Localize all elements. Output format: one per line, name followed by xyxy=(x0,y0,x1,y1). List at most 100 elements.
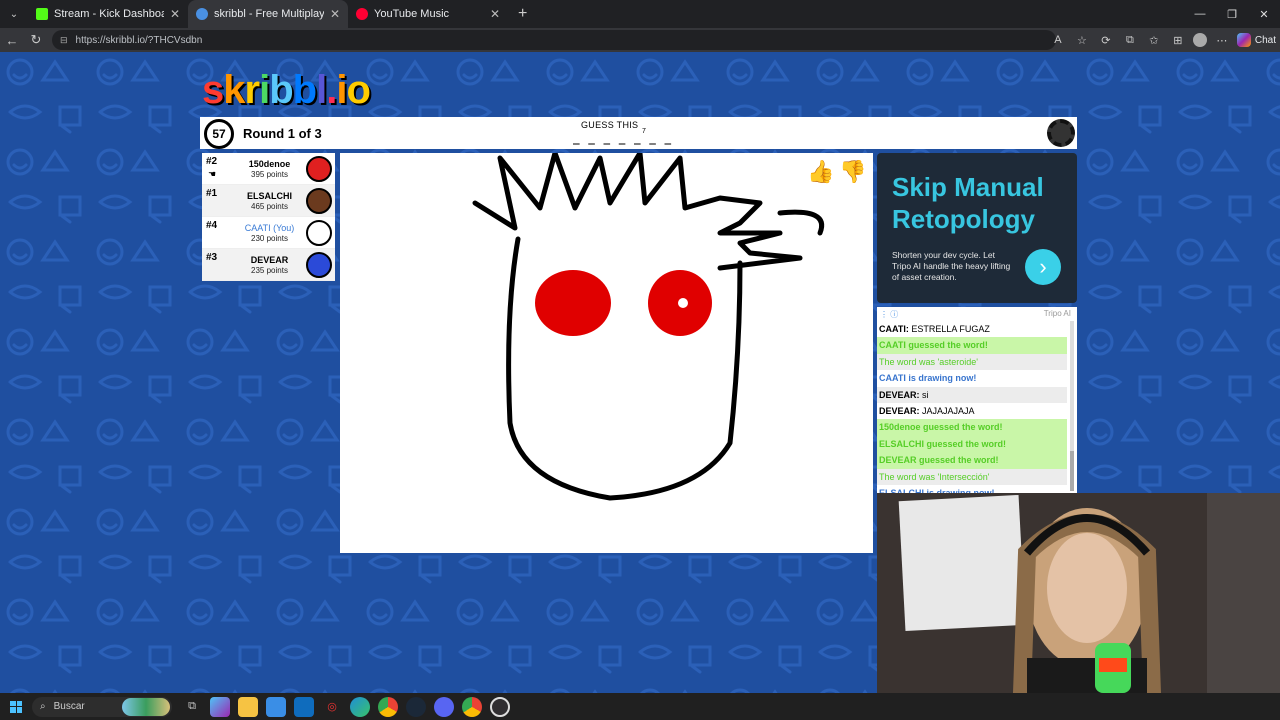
chat-message: CAATI guessed the word! xyxy=(877,337,1067,354)
translate-icon[interactable]: A xyxy=(1049,31,1067,49)
chat-message: ELSALCHI guessed the word! xyxy=(877,435,1067,453)
browser-tab-bar: ⌄ Stream - Kick Dashboard ✕ skribbl - Fr… xyxy=(0,0,1280,28)
player-rank: #1 xyxy=(206,188,218,199)
player-name: DEVEAR xyxy=(250,255,289,265)
player-avatar xyxy=(306,252,332,278)
browser-toolbar: ← ↻ ⊟ https://skribbl.io/?THCVsdbn A ☆ ⟳… xyxy=(0,28,1280,52)
address-bar[interactable]: ⊟ https://skribbl.io/?THCVsdbn xyxy=(52,30,1056,50)
chat-message: 150denoe guessed the word! xyxy=(877,419,1067,436)
player-rank: #3 xyxy=(206,252,218,263)
profile-avatar[interactable] xyxy=(1192,33,1207,47)
ad-info-icon[interactable]: ⋮ ⓘ xyxy=(880,309,898,320)
player-row[interactable]: #3 DEVEAR 235 points xyxy=(202,249,335,281)
reload-icon[interactable]: ↻ xyxy=(24,28,48,52)
drawing-canvas[interactable]: 👍 👎 xyxy=(340,150,873,553)
copilot-chat-button[interactable]: Chat xyxy=(1236,33,1276,47)
restore-icon[interactable]: ❐ xyxy=(1216,0,1248,28)
windows-logo-icon xyxy=(10,700,22,713)
app-icon-red[interactable]: ◎ xyxy=(322,697,342,717)
kick-favicon-icon xyxy=(36,8,48,20)
guess-label: GUESS THIS xyxy=(581,120,639,130)
player-name: CAATI (You) xyxy=(244,223,295,233)
tab-title: YouTube Music xyxy=(374,8,450,20)
close-tab-icon[interactable]: ✕ xyxy=(330,7,340,21)
word-hint-blanks: _ _ _ _ _ _ _ xyxy=(573,132,673,145)
player-points: 235 points xyxy=(251,266,288,275)
ad-body: Shorten your dev cycle. Let Tripo AI han… xyxy=(892,250,1011,282)
player-avatar xyxy=(306,156,332,182)
search-icon: ⌕ xyxy=(40,701,46,712)
file-explorer-icon[interactable] xyxy=(238,696,258,717)
player-points: 230 points xyxy=(251,234,288,243)
url-text: https://skribbl.io/?THCVsdbn xyxy=(75,34,203,46)
windows-taskbar: ⌕ Buscar ⧉ ◎ xyxy=(0,693,1280,720)
close-tab-icon[interactable]: ✕ xyxy=(170,7,180,21)
chrome-icon[interactable] xyxy=(378,696,398,717)
tab-title: Stream - Kick Dashboard xyxy=(54,8,164,20)
minimize-icon[interactable]: — xyxy=(1184,0,1216,28)
copilot-app-icon[interactable] xyxy=(210,696,230,717)
tab-youtube-music[interactable]: YouTube Music ✕ xyxy=(348,0,508,28)
store-icon[interactable] xyxy=(266,696,286,717)
chrome-profile-icon[interactable] xyxy=(462,696,482,717)
discord-icon[interactable] xyxy=(434,696,454,717)
player-name: ELSALCHI xyxy=(247,191,292,201)
player-row[interactable]: #2 ☚ 150denoe 395 points xyxy=(202,153,335,185)
chat-message: CAATI is drawing now! xyxy=(877,370,1067,387)
taskbar-search[interactable]: ⌕ Buscar xyxy=(32,696,172,717)
advertisement[interactable]: Skip Manual Retopology Shorten your dev … xyxy=(877,153,1077,303)
back-icon[interactable]: ← xyxy=(0,28,24,52)
chat-message: The word was 'asteroide' xyxy=(877,353,1067,371)
player-list: #2 ☚ 150denoe 395 points #1 ELSALCHI 465… xyxy=(202,153,335,281)
search-placeholder: Buscar xyxy=(53,701,85,712)
start-button[interactable] xyxy=(0,693,32,720)
player-row[interactable]: #1 ELSALCHI 465 points xyxy=(202,185,335,217)
timer-value: 57 xyxy=(212,127,226,141)
outlook-icon[interactable] xyxy=(294,696,314,717)
chat-message: CAATI: ESTRELLA FUGAZ xyxy=(877,321,1067,338)
tab-skribbl[interactable]: skribbl - Free Multiplayer Drawing ✕ xyxy=(188,0,348,28)
favorites-icon[interactable]: ✩ xyxy=(1145,31,1163,49)
ad-arrow-icon[interactable]: › xyxy=(1025,249,1061,285)
new-tab-button[interactable]: + xyxy=(508,5,537,23)
player-row-you[interactable]: #4 CAATI (You) 230 points xyxy=(202,217,335,249)
chat-message: DEVEAR: si xyxy=(877,386,1067,403)
tab-search-button[interactable]: ⌄ xyxy=(0,0,28,28)
close-tab-icon[interactable]: ✕ xyxy=(490,7,500,21)
site-info-icon[interactable]: ⊟ xyxy=(60,35,68,46)
webcam-feed-image xyxy=(877,493,1280,693)
player-rank: #2 xyxy=(206,156,218,167)
obs-icon[interactable] xyxy=(490,696,510,717)
ad-title: Skip Manual Retopology xyxy=(892,172,1044,234)
skribbl-favicon-icon xyxy=(196,8,208,20)
round-indicator: Round 1 of 3 xyxy=(243,126,322,141)
extensions-icon[interactable]: ⟳ xyxy=(1097,31,1115,49)
chat-message: DEVEAR guessed the word! xyxy=(877,452,1067,469)
more-menu-icon[interactable]: ⋯ xyxy=(1213,31,1231,49)
edge-icon[interactable] xyxy=(350,696,370,717)
player-rank: #4 xyxy=(206,220,218,231)
chat-scrollbar[interactable] xyxy=(1070,321,1074,491)
timer-clock-icon: 57 xyxy=(204,119,234,149)
player-avatar xyxy=(306,220,332,246)
bookmark-star-icon[interactable]: ☆ xyxy=(1073,31,1091,49)
word-length: 7 xyxy=(642,128,646,135)
chat-message: ELSALCHI is drawing now! xyxy=(877,484,1067,493)
settings-gear-icon[interactable] xyxy=(1047,119,1075,147)
thumbs-up-icon[interactable]: 👍 xyxy=(806,157,836,187)
close-window-icon[interactable]: ✕ xyxy=(1248,0,1280,28)
page-viewport: skribbl.io 57 Round 1 of 3 GUESS THIS _ … xyxy=(0,52,1280,693)
webcam-overlay xyxy=(877,493,1280,693)
collections-icon[interactable]: ⊞ xyxy=(1169,31,1187,49)
tab-kick-dashboard[interactable]: Stream - Kick Dashboard ✕ xyxy=(28,0,188,28)
chat-panel: ⋮ ⓘ Tripo AI CAATI: ESTRELLA FUGAZ CAATI… xyxy=(877,307,1077,493)
chat-message: DEVEAR: JAJAJAJAJA xyxy=(877,402,1067,420)
split-screen-icon[interactable]: ⧉ xyxy=(1121,31,1139,49)
thumbs-down-icon[interactable]: 👎 xyxy=(838,157,868,187)
ad-sponsor: Tripo AI xyxy=(1043,309,1071,318)
skribbl-logo: skribbl.io xyxy=(202,68,371,112)
steam-icon[interactable] xyxy=(406,696,426,717)
youtube-music-favicon-icon xyxy=(356,8,368,20)
task-view-icon[interactable]: ⧉ xyxy=(182,697,202,717)
player-points: 465 points xyxy=(251,202,288,211)
